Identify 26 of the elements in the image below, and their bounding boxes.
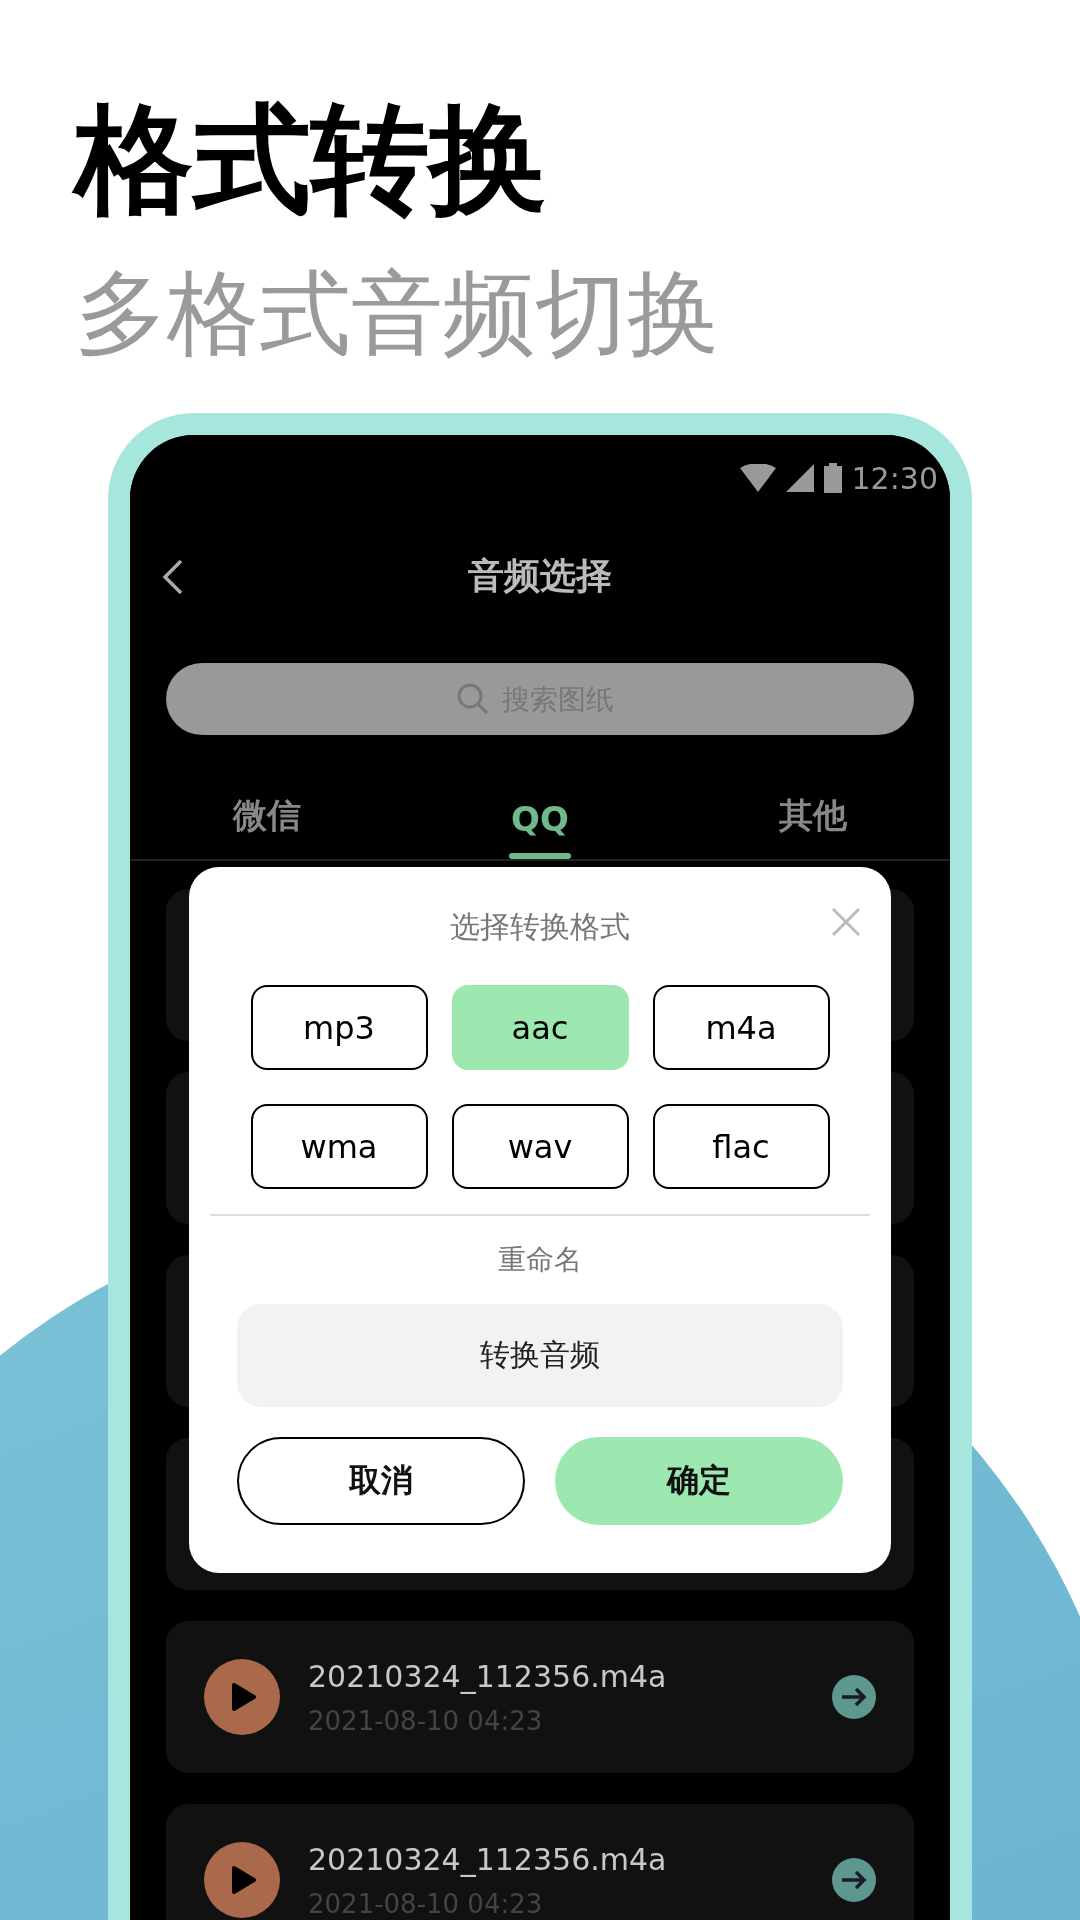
play-icon[interactable]: [204, 1842, 280, 1918]
format-option[interactable]: flac: [652, 1104, 830, 1189]
battery-icon: [823, 463, 842, 493]
status-time: 12:30: [851, 460, 938, 496]
tab[interactable]: 其他: [676, 735, 950, 859]
screen-title: 音频选择: [468, 553, 612, 598]
play-icon[interactable]: [204, 1659, 280, 1735]
format-option[interactable]: wav: [451, 1104, 629, 1189]
format-option[interactable]: m4a: [652, 985, 830, 1070]
search-icon: [456, 682, 490, 716]
format-option[interactable]: wma: [250, 1104, 428, 1189]
file-name: 20210324_112356.m4a: [308, 1841, 668, 1877]
rename-label: 重命名: [498, 1242, 582, 1278]
tab[interactable]: QQ: [403, 735, 677, 859]
confirm-button[interactable]: 确定: [555, 1437, 843, 1525]
tab[interactable]: 微信: [130, 735, 404, 859]
subheadline: 多格式音频切换: [75, 259, 720, 369]
format-option[interactable]: aac: [451, 985, 629, 1070]
signal-icon: [785, 464, 814, 492]
wifi-icon: [739, 464, 776, 492]
file-name: 20210324_112356.m4a: [308, 1658, 668, 1694]
rename-field[interactable]: 转换音频: [237, 1304, 843, 1407]
back-icon[interactable]: [162, 559, 184, 595]
dialog-title: 选择转换格式: [450, 908, 630, 946]
format-option[interactable]: mp3: [250, 985, 428, 1070]
cancel-button[interactable]: 取消: [237, 1437, 525, 1525]
